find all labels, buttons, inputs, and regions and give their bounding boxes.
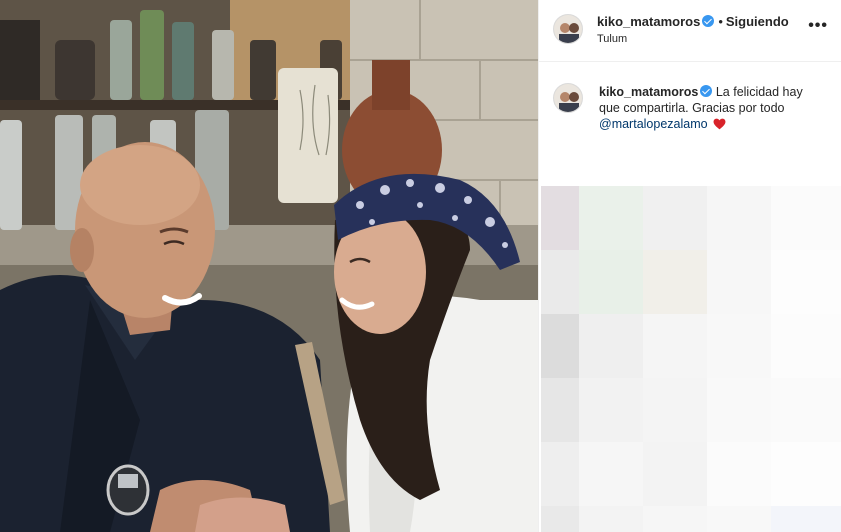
mosaic-tile <box>771 250 841 314</box>
mosaic-tile <box>707 442 771 506</box>
mosaic-tile <box>771 314 841 378</box>
caption-avatar-image <box>554 84 582 112</box>
avatar-image <box>554 15 582 43</box>
caption-avatar[interactable] <box>553 83 583 113</box>
mosaic-tile <box>707 250 771 314</box>
mosaic-tile <box>541 250 579 314</box>
mosaic-tile <box>771 186 841 250</box>
post-caption: kiko_matamoros La felicidad hay que comp… <box>539 62 841 142</box>
mosaic-tile <box>579 314 643 378</box>
mosaic-tile <box>579 442 643 506</box>
post-header: kiko_matamoros • Siguiendo Tulum ••• <box>539 0 841 62</box>
post-side-panel: kiko_matamoros • Siguiendo Tulum ••• kiko_… <box>538 0 841 532</box>
mosaic-tile <box>707 506 771 532</box>
caption-username-link[interactable]: kiko_matamoros <box>599 85 698 99</box>
blurred-comments-area <box>541 186 841 532</box>
mosaic-tile <box>541 506 579 532</box>
mosaic-tile <box>643 314 707 378</box>
mosaic-tile <box>643 250 707 314</box>
mosaic-tile <box>541 186 579 250</box>
header-user-line: kiko_matamoros • Siguiendo <box>597 14 789 29</box>
red-heart-emoji-icon <box>713 118 726 130</box>
mosaic-tile <box>707 314 771 378</box>
mosaic-tile <box>643 186 707 250</box>
mosaic-tile <box>643 378 707 442</box>
separator-dot: • <box>718 14 723 29</box>
mosaic-tile <box>771 442 841 506</box>
mosaic-tile <box>541 378 579 442</box>
mosaic-tile <box>707 378 771 442</box>
mosaic-tile <box>541 442 579 506</box>
mosaic-tile <box>643 442 707 506</box>
photo-illustration <box>0 0 538 532</box>
mosaic-tile <box>707 186 771 250</box>
mosaic-tile <box>579 506 643 532</box>
user-avatar[interactable] <box>553 14 583 44</box>
mosaic-tile <box>771 378 841 442</box>
verified-badge-icon <box>702 15 715 27</box>
mosaic-tile <box>541 314 579 378</box>
mosaic-tile <box>771 506 841 532</box>
location-link[interactable]: Tulum <box>597 33 627 45</box>
username-link[interactable]: kiko_matamoros <box>597 14 700 29</box>
following-button[interactable]: Siguiendo <box>726 14 789 29</box>
post-photo[interactable] <box>0 0 538 532</box>
caption-mention-link[interactable]: @martalopezalamo <box>599 117 708 131</box>
mosaic-tile <box>579 378 643 442</box>
mosaic-tile <box>579 186 643 250</box>
more-options-icon[interactable]: ••• <box>808 18 828 34</box>
mosaic-tile <box>579 250 643 314</box>
mosaic-tile <box>643 506 707 532</box>
caption-text: kiko_matamoros La felicidad hay que comp… <box>599 84 827 132</box>
caption-verified-badge-icon <box>700 85 713 97</box>
